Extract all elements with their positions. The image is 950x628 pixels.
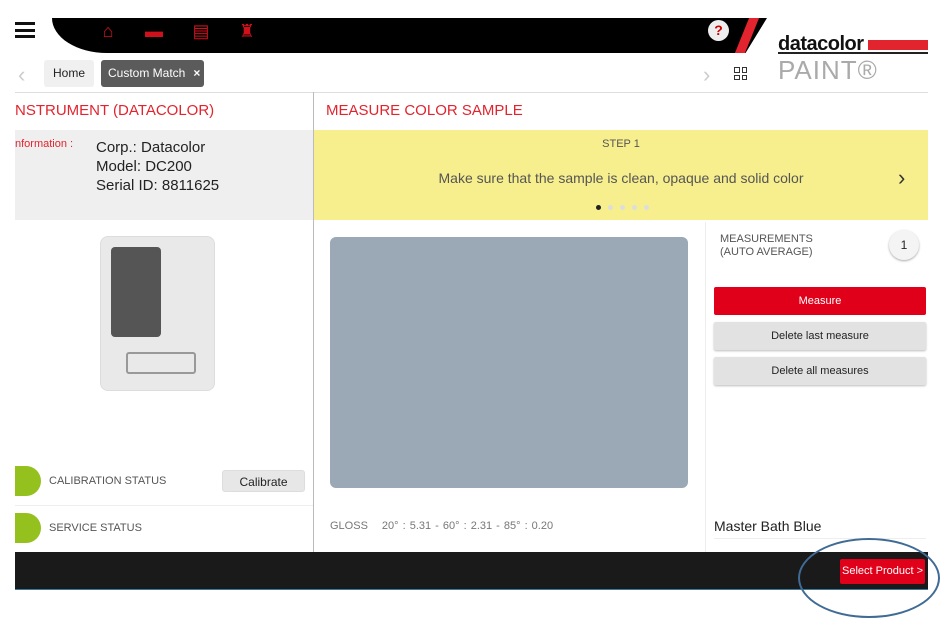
instrument-image [100,236,215,391]
divider [15,505,313,506]
breadcrumb-label: Custom Match [108,66,186,80]
divider [15,92,928,93]
highlight-annotation-circle [798,538,940,618]
breadcrumb-custom-match[interactable]: Custom Match × [101,60,204,87]
gloss-values: 20° : 5.31 - 60° : 2.31 - 85° : 0.20 [381,520,554,532]
instrument-info: Corp.: Datacolor Model: DC200 Serial ID:… [96,138,219,195]
measurements-label: MEASUREMENTS (AUTO AVERAGE) [720,233,813,259]
gloss-label: GLOSS [330,520,368,532]
calibration-status-indicator [15,466,41,496]
logo-line [778,52,928,54]
logo-paint: PAINT® [778,55,878,85]
service-status-label: SERVICE STATUS [49,522,142,534]
color-sample-swatch [330,237,688,488]
measurement-count: 1 [889,230,919,260]
measure-title: MEASURE COLOR SAMPLE [326,102,523,119]
corp: Corp.: Datacolor [96,139,206,156]
forward-chevron-icon[interactable]: › [703,62,710,88]
help-icon[interactable]: ? [708,20,729,41]
logo-bar [868,40,928,50]
close-icon[interactable]: × [193,66,200,80]
measure-button[interactable]: Measure [714,287,926,315]
step-label: STEP 1 [602,138,640,150]
back-chevron-icon[interactable]: ‹ [18,62,25,88]
calibrate-button[interactable]: Calibrate [222,470,305,492]
gloss-readout: GLOSS 20° : 5.31 - 60° : 2.31 - 85° : 0.2… [330,520,567,532]
printer-icon[interactable]: ▤ [190,21,212,43]
step-text: Make sure that the sample is clean, opaq… [438,170,804,186]
step-dot[interactable] [608,205,613,210]
breadcrumb-home[interactable]: Home [44,60,94,87]
hamburger-menu-icon[interactable] [15,22,35,38]
service-status-indicator [15,513,41,543]
divider [705,222,706,552]
toolbox-icon[interactable]: ▬ [143,21,165,43]
step-pagination [596,205,649,210]
calibration-status-label: CALIBRATION STATUS [49,475,167,487]
divider [714,538,926,539]
step-dot[interactable] [596,205,601,210]
next-step-chevron-icon[interactable]: › [898,165,905,191]
grid-view-icon[interactable] [734,67,747,80]
measurements-title: MEASUREMENTS [720,233,813,245]
instrument-title: NSTRUMENT (DATACOLOR) [15,102,215,119]
delete-all-measures-button[interactable]: Delete all measures [714,357,926,385]
info-label: nformation : [15,138,74,150]
model: Model: DC200 [96,158,192,175]
measurements-subtitle: (AUTO AVERAGE) [720,246,813,258]
home-icon[interactable]: ⌂ [97,21,119,43]
footer-bar [15,552,928,590]
step-dot[interactable] [644,205,649,210]
paint-can-icon[interactable]: ♜ [236,21,258,43]
step-dot[interactable] [632,205,637,210]
color-name: Master Bath Blue [714,518,822,534]
step-dot[interactable] [620,205,625,210]
serial-id: Serial ID: 8811625 [96,177,220,194]
delete-last-measure-button[interactable]: Delete last measure [714,322,926,350]
